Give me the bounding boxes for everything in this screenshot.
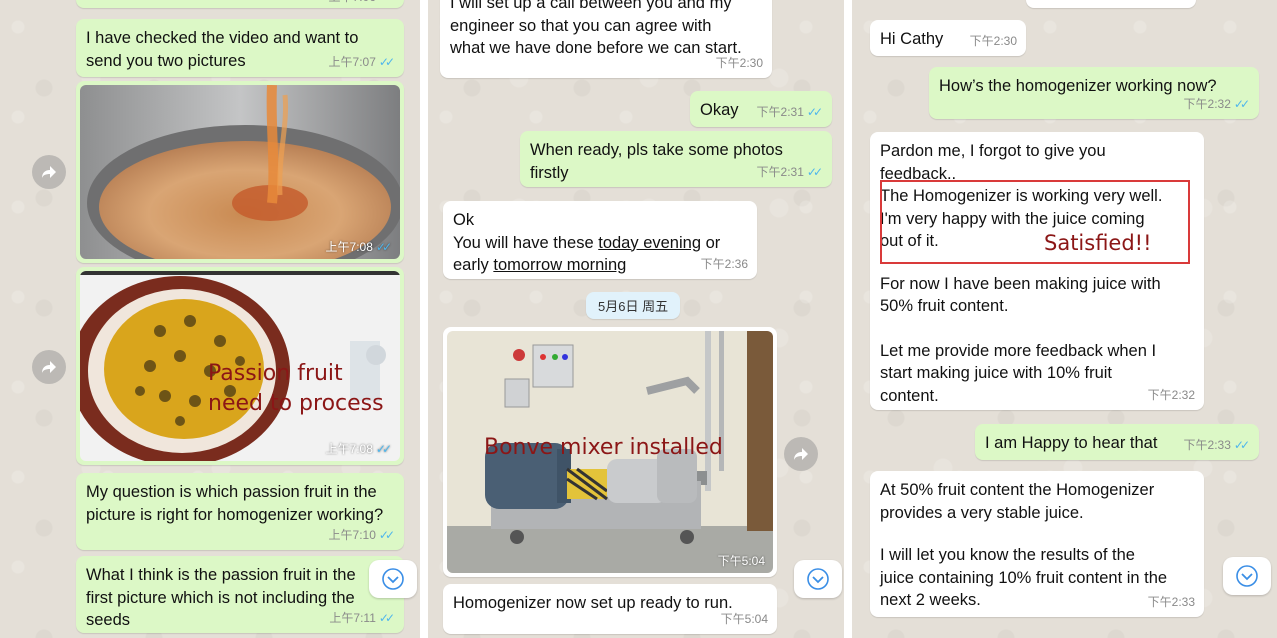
message-time: 下午2:31 [756, 104, 804, 119]
forward-button[interactable] [32, 350, 66, 384]
double-check-icon: ✓✓ [379, 0, 395, 8]
message-bubble-happy[interactable]: I am Happy to hear that 下午2:33 ✓✓ [975, 424, 1259, 460]
message-bubble-engineer[interactable]: I will set up a call between you and my … [440, 0, 772, 78]
date-separator: 5月6日 周五 [586, 292, 681, 319]
scroll-to-bottom-button[interactable] [369, 560, 417, 598]
message-time: 下午2:30 [969, 33, 1017, 48]
passion-fruit-annotation: Passion fruit need to process [208, 361, 384, 416]
forward-icon [794, 448, 808, 460]
message-text-intro: Pardon me, I forgot to give you feedback… [880, 142, 1106, 183]
chevron-down-icon [382, 568, 404, 590]
double-check-icon: ✓✓ [1233, 437, 1250, 452]
message-link-tomorrow-morning[interactable]: tomorrow morning [493, 256, 626, 274]
satisfied-annotation: Satisfied!! [1044, 231, 1152, 255]
message-text-part: You will have these [453, 233, 599, 252]
message-bubble-intro[interactable]: I have checked the video and want to sen… [76, 19, 404, 77]
message-time: 下午5:04 [717, 554, 765, 568]
message-time: 下午5:04 [720, 611, 768, 626]
message-time: 上午7:08 [325, 240, 373, 254]
message-bubble-think[interactable]: What I think is the passion fruit in the… [76, 556, 404, 633]
double-check-icon: ✓✓ [806, 164, 823, 179]
message-text-part: early [453, 256, 494, 274]
message-time: 下午2:32 [1183, 96, 1231, 111]
message-bubble-stable[interactable]: At 50% fruit content the Homogenizer pro… [870, 471, 1204, 617]
message-bubble-ok[interactable]: Ok You will have these today evening or … [443, 201, 757, 279]
scroll-to-bottom-button[interactable] [794, 560, 842, 598]
forward-icon [42, 166, 56, 178]
message-time: 上午7:10 [328, 527, 376, 542]
message-bubble-partial[interactable]: 上午7:06✓✓ [76, 0, 404, 8]
message-time: 下午2:30 [715, 55, 763, 70]
message-link-today-evening[interactable]: today evening [598, 234, 701, 252]
message-bubble-question[interactable]: My question is which passion fruit in th… [76, 473, 404, 550]
double-check-icon: ✓✓ [375, 441, 392, 456]
message-text-part: or [701, 233, 721, 252]
double-check-icon: ✓✓ [806, 104, 823, 119]
double-check-icon: ✓✓ [378, 527, 395, 542]
double-check-icon: ✓✓ [375, 239, 392, 254]
scroll-to-bottom-button[interactable] [1223, 557, 1271, 595]
image-message-passion-fruit[interactable]: Passion fruit need to process 上午7:08 ✓✓ [76, 267, 404, 465]
chat-panel-2: I will set up a call between you and my … [428, 0, 844, 638]
message-time: 下午2:36 [700, 256, 748, 271]
message-time: 下午2:32 [1147, 387, 1195, 402]
image-message-juice[interactable]: 上午7:08 ✓✓ [76, 81, 404, 263]
forward-button[interactable] [784, 437, 818, 471]
message-bubble-partial[interactable] [1026, 0, 1196, 8]
message-text-line1: Ok [453, 211, 475, 229]
message-time: 上午7:07 [328, 54, 376, 69]
message-text: My question is which passion fruit in th… [86, 483, 384, 524]
message-time: 下午2:31 [756, 164, 804, 179]
message-time: 上午7:08 [325, 442, 373, 456]
chat-panel-1: 上午7:06✓✓ I have checked the video and wa… [0, 0, 420, 638]
message-time: 上午7:11 [329, 610, 376, 625]
forward-icon [42, 361, 56, 373]
chat-panel-3: Hi Cathy 下午2:30 How’s the homogenizer wo… [852, 0, 1277, 638]
double-check-icon: ✓✓ [378, 54, 395, 69]
message-text-p2: For now I have been making juice with 50… [880, 274, 1161, 316]
message-bubble-setup[interactable]: Homogenizer now set up ready to run. 下午5… [443, 584, 777, 634]
message-bubble-okay[interactable]: Okay 下午2:31 ✓✓ [690, 91, 832, 127]
chevron-down-icon [1236, 565, 1258, 587]
message-time: 下午2:33 [1147, 594, 1195, 609]
message-bubble-hi[interactable]: Hi Cathy 下午2:30 [870, 20, 1026, 56]
message-bubble-ready[interactable]: When ready, pls take some photos firstly… [520, 131, 832, 187]
message-bubble-feedback[interactable]: Pardon me, I forgot to give you feedback… [870, 132, 1204, 410]
forward-button[interactable] [32, 155, 66, 189]
chevron-down-icon [807, 568, 829, 590]
message-text-p1: At 50% fruit content the Homogenizer pro… [880, 481, 1155, 522]
double-check-icon: ✓✓ [378, 610, 395, 625]
message-time: 上午7:06 [329, 0, 376, 8]
double-check-icon: ✓✓ [1233, 96, 1250, 111]
message-time: 下午2:33 [1183, 437, 1231, 452]
mixer-annotation: Bonve mixer installed [484, 435, 723, 460]
message-bubble-how[interactable]: How’s the homogenizer working now? 下午2:3… [929, 67, 1259, 119]
juice-tank-photo [80, 85, 400, 259]
